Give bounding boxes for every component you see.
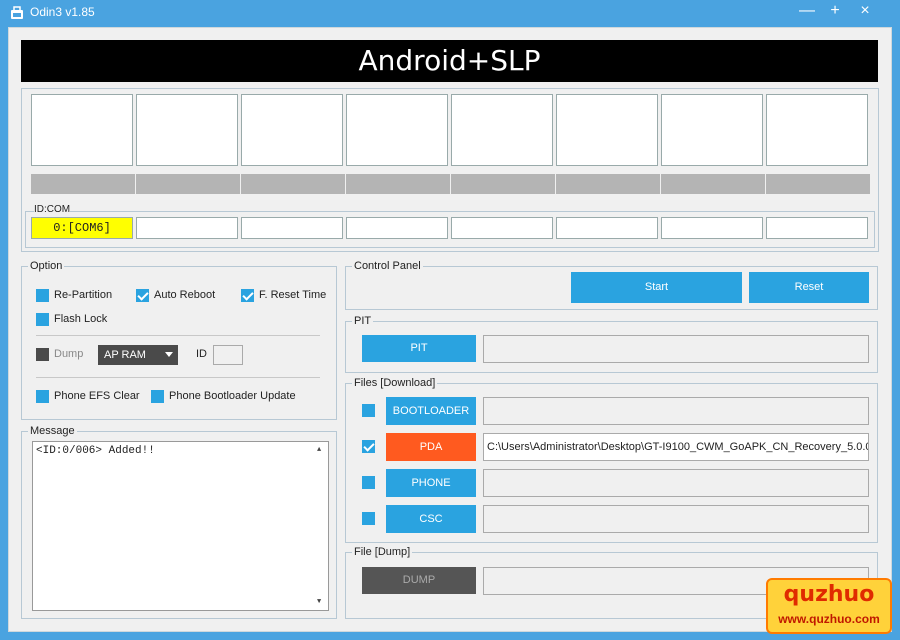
dump-type-value: AP RAM <box>104 349 146 361</box>
idcom-slot <box>451 217 553 239</box>
option-group-label: Option <box>28 260 65 272</box>
idcom-label: ID:COM <box>34 204 71 215</box>
watermark-logo: quzhuo www.quzhuo.com <box>766 578 892 634</box>
csc-checkbox[interactable] <box>362 512 375 525</box>
mode-banner: Android+SLP <box>21 40 878 82</box>
message-text: <ID:0/006> Added!! <box>36 445 155 457</box>
files-download-group: Files [Download] BOOTLOADER PDA C:\Users… <box>345 377 878 543</box>
port-progress-bar <box>31 174 135 194</box>
id-label: ID <box>196 348 207 360</box>
idcom-slot <box>136 217 238 239</box>
option-group: Option Re-Partition Auto Reboot F. Reset… <box>21 260 337 420</box>
bootloader-file-field[interactable] <box>483 397 869 425</box>
idcom-slot <box>241 217 343 239</box>
phone-bootloader-update-label: Phone Bootloader Update <box>169 390 296 402</box>
separator <box>36 377 320 378</box>
port-progress-bar <box>661 174 765 194</box>
bootloader-button[interactable]: BOOTLOADER <box>386 397 476 425</box>
file-dump-label: File [Dump] <box>352 546 413 558</box>
control-panel-label: Control Panel <box>352 260 423 272</box>
idcom-slot <box>346 217 448 239</box>
title-bar: Odin3 v1.85 — + × <box>0 0 900 26</box>
phone-button[interactable]: PHONE <box>386 469 476 497</box>
port-progress-bar <box>766 174 870 194</box>
control-panel-group: Control Panel Start Reset <box>345 260 878 310</box>
port-status-cell <box>556 94 658 166</box>
pit-button[interactable]: PIT <box>362 335 476 362</box>
idcom-slot <box>766 217 868 239</box>
message-group-label: Message <box>28 425 77 437</box>
port-status-cell <box>451 94 553 166</box>
pda-button[interactable]: PDA <box>386 433 476 461</box>
flash-lock-checkbox[interactable] <box>36 313 49 326</box>
close-button[interactable]: × <box>852 1 878 23</box>
port-status-cell <box>661 94 763 166</box>
message-log[interactable]: <ID:0/006> Added!! ▲ ▼ <box>32 441 329 611</box>
maximize-button[interactable]: + <box>822 1 848 23</box>
port-progress-bar <box>241 174 345 194</box>
auto-reboot-label: Auto Reboot <box>154 289 216 301</box>
port-status-cell <box>346 94 448 166</box>
watermark-url: www.quzhuo.com <box>778 612 880 626</box>
reset-button[interactable]: Reset <box>749 272 869 303</box>
ports-panel: ID:COM 0:[COM6] <box>21 88 879 252</box>
f-reset-time-label: F. Reset Time <box>259 289 327 301</box>
port-status-cell <box>31 94 133 166</box>
phone-bootloader-update-checkbox[interactable] <box>151 390 164 403</box>
bootloader-checkbox[interactable] <box>362 404 375 417</box>
flash-lock-label: Flash Lock <box>54 313 108 325</box>
minimize-button[interactable]: — <box>794 1 820 23</box>
dump-checkbox[interactable] <box>36 348 49 361</box>
pda-checkbox[interactable] <box>362 440 375 453</box>
phone-efs-clear-checkbox[interactable] <box>36 390 49 403</box>
separator <box>36 335 320 336</box>
phone-efs-clear-label: Phone EFS Clear <box>54 390 140 402</box>
window-title: Odin3 v1.85 <box>30 5 95 19</box>
csc-file-field[interactable] <box>483 505 869 533</box>
pit-file-field[interactable] <box>483 335 869 363</box>
idcom-slot-active: 0:[COM6] <box>31 217 133 239</box>
phone-file-field[interactable] <box>483 469 869 497</box>
auto-reboot-checkbox[interactable] <box>136 289 149 302</box>
pit-group-label: PIT <box>352 315 374 327</box>
pda-file-field[interactable]: C:\Users\Administrator\Desktop\GT-I9100_… <box>483 433 869 461</box>
port-progress-bar <box>136 174 240 194</box>
phone-checkbox[interactable] <box>362 476 375 489</box>
port-status-cell <box>766 94 868 166</box>
chevron-down-icon <box>165 352 173 357</box>
port-progress-bar <box>451 174 555 194</box>
re-partition-label: Re-Partition <box>54 289 113 301</box>
main-window: Android+SLP ID:COM 0:[COM6] Option Re-Pa… <box>8 27 892 632</box>
idcom-slot <box>556 217 658 239</box>
port-status-cell <box>241 94 343 166</box>
dump-label: Dump <box>54 348 84 360</box>
message-group: Message <ID:0/006> Added!! ▲ ▼ <box>21 425 337 619</box>
start-button[interactable]: Start <box>571 272 742 303</box>
f-reset-time-checkbox[interactable] <box>241 289 254 302</box>
watermark-brand: quzhuo <box>783 582 875 607</box>
pit-group: PIT PIT <box>345 315 878 373</box>
dump-button[interactable]: DUMP <box>362 567 476 594</box>
app-icon <box>11 6 23 19</box>
files-download-label: Files [Download] <box>352 377 438 389</box>
dump-type-select[interactable]: AP RAM <box>98 345 178 365</box>
csc-button[interactable]: CSC <box>386 505 476 533</box>
re-partition-checkbox[interactable] <box>36 289 49 302</box>
port-progress-bar <box>556 174 660 194</box>
scroll-up-icon[interactable]: ▲ <box>317 446 325 454</box>
idcom-slot <box>661 217 763 239</box>
id-input[interactable] <box>213 345 243 365</box>
port-progress-bar <box>346 174 450 194</box>
port-status-cell <box>136 94 238 166</box>
scroll-down-icon[interactable]: ▼ <box>317 598 325 606</box>
